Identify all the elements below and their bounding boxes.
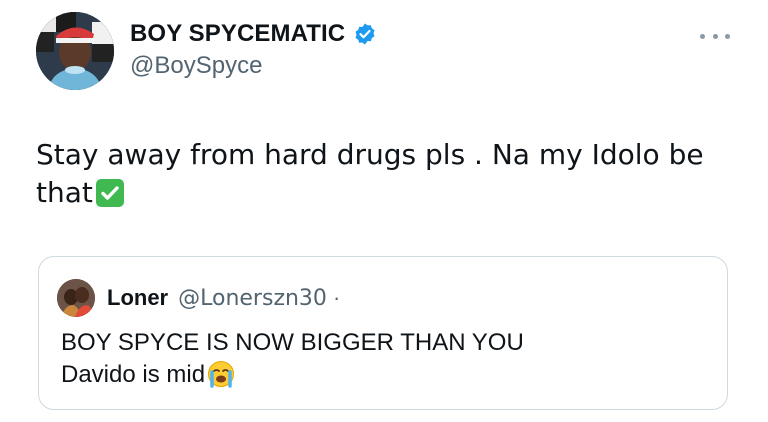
dot-icon (712, 33, 718, 39)
profile-photo-icon (36, 12, 114, 90)
quoted-text-line2-row: Davido is mid (61, 359, 524, 391)
author-name[interactable]: BOY SPYCEMATIC (130, 20, 345, 48)
quoted-text-line2: Davido is mid (61, 361, 206, 388)
quoted-tweet[interactable]: Loner @Lonerszn30 · BOY SPYCE IS NOW BIG… (38, 256, 728, 410)
author-handle[interactable]: @BoySpyce (130, 52, 377, 82)
check-mark-button-icon (95, 178, 125, 208)
author-avatar[interactable] (36, 12, 114, 90)
quoted-tweet-header: Loner @Lonerszn30 · (57, 279, 340, 317)
separator-dot: · (332, 285, 341, 310)
tweet-text-line2-text: that (36, 176, 93, 209)
quoted-author-name[interactable]: Loner (107, 285, 168, 311)
profile-photo-icon (57, 279, 95, 317)
tweet-text-line1: Stay away from hard drugs pls . Na my Id… (36, 138, 704, 171)
tweet-card: BOY SPYCEMATIC @BoySpyce Stay away from … (0, 0, 768, 422)
verified-badge-icon (353, 22, 377, 46)
quoted-author-avatar[interactable] (57, 279, 95, 317)
quoted-text-line1: BOY SPYCE IS NOW BIGGER THAN YOU (61, 329, 524, 356)
author-block: BOY SPYCEMATIC @BoySpyce (130, 18, 377, 82)
quoted-tweet-text: BOY SPYCE IS NOW BIGGER THAN YOU Davido … (61, 327, 524, 391)
tweet-text: Stay away from hard drugs pls . Na my Id… (36, 136, 726, 212)
dot-icon (725, 33, 730, 39)
tweet-text-line2: that (36, 174, 726, 212)
author-name-row: BOY SPYCEMATIC (130, 18, 377, 50)
quoted-author-handle[interactable]: @Lonerszn30 (178, 286, 327, 311)
ellipsis-icon[interactable] (700, 26, 730, 46)
dot-icon (700, 33, 705, 39)
loudly-crying-face-icon (207, 360, 235, 388)
